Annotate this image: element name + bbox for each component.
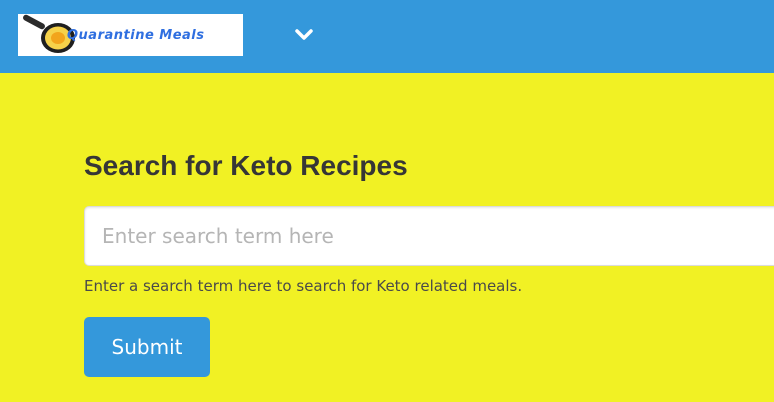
site-logo[interactable]: Quarantine Meals <box>18 14 243 56</box>
navbar: Quarantine Meals <box>0 0 774 73</box>
page-title: Search for Keto Recipes <box>84 150 408 181</box>
chevron-down-icon <box>295 29 313 40</box>
search-help-text: Enter a search term here to search for K… <box>84 277 523 295</box>
menu-toggle-button[interactable] <box>289 22 319 50</box>
logo-text: Quarantine Meals <box>67 28 205 43</box>
search-input[interactable] <box>84 206 774 266</box>
submit-button[interactable]: Submit <box>84 317 210 377</box>
